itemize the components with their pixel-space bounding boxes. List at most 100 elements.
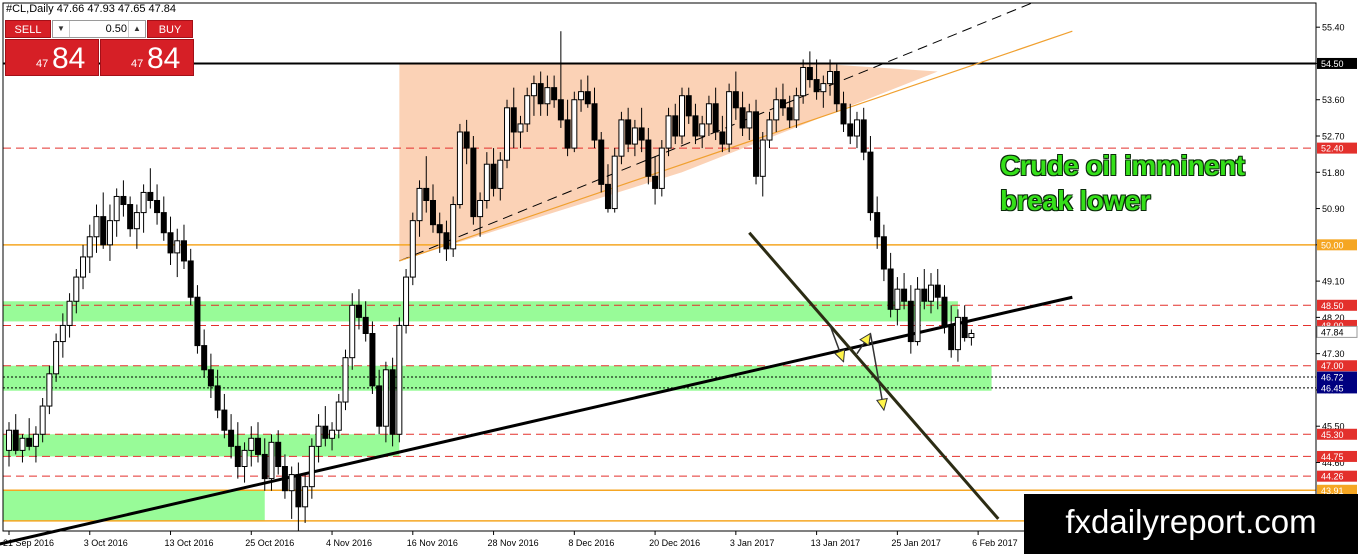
candle-body [638, 127, 645, 141]
candle-body [140, 191, 147, 214]
candle [80, 244, 87, 290]
candle-body [174, 240, 181, 254]
arrow-head [876, 397, 888, 412]
candle [180, 224, 187, 270]
symbol-info: #CL,Daily 47.66 47.93 47.65 47.84 [6, 3, 177, 15]
sell-price-big: 84 [52, 42, 86, 75]
y-tick-label: 53.60 [1322, 95, 1345, 105]
candle [100, 192, 107, 249]
candle-body [961, 316, 968, 339]
candle [679, 87, 685, 145]
candle-body [228, 429, 235, 447]
candle-body [53, 341, 60, 375]
sell-button[interactable]: SELL [5, 20, 51, 38]
candle [759, 131, 766, 197]
candle-body [362, 316, 369, 335]
sell-price-button[interactable]: 47 84 [5, 39, 99, 76]
candle [914, 277, 921, 346]
candle-body [901, 288, 908, 302]
candle [127, 196, 134, 237]
candle-body [295, 474, 302, 508]
one-click-trading-panel: SELL ▼ ▲ BUY 47 84 47 84 [5, 20, 194, 76]
candle [968, 329, 975, 346]
candle-body [133, 212, 140, 230]
candle-body [389, 369, 396, 435]
candle [174, 228, 181, 278]
lot-size-input[interactable] [71, 21, 129, 37]
increase-lot-icon[interactable]: ▲ [128, 21, 145, 37]
candle-body [349, 304, 356, 359]
annotation-line-2: break lower [1000, 185, 1151, 216]
level-label: 54.50 [1317, 57, 1357, 69]
candle-body [968, 333, 975, 339]
candle [658, 140, 665, 197]
candle-body [800, 66, 807, 97]
level-label-text: 46.45 [1321, 383, 1344, 393]
candle-body [376, 385, 383, 427]
arrow-head [859, 332, 872, 347]
candle [726, 83, 733, 153]
candle [355, 289, 362, 330]
candle-body [894, 288, 901, 310]
candle [221, 393, 228, 439]
y-tick-label: 52.70 [1322, 132, 1345, 142]
candle [504, 99, 511, 169]
candle-body [692, 115, 699, 137]
x-tick-label: 4 Nov 2016 [326, 538, 372, 548]
candle-body [436, 224, 443, 234]
candle-body [833, 71, 840, 105]
level-label-text: 47.84 [1321, 327, 1344, 337]
y-tick-label: 49.10 [1322, 277, 1345, 287]
candle [106, 204, 113, 261]
level-label-text: 44.75 [1321, 452, 1344, 462]
candle [12, 414, 19, 455]
candle-body [369, 333, 376, 387]
buy-price-button[interactable]: 47 84 [100, 39, 194, 76]
forecast-arrow [829, 325, 846, 363]
price-chart[interactable]: 55.40 54.50 53.60 52.70 51.80 50.90 50.00 49.10… [0, 0, 1358, 554]
candle-body [705, 103, 712, 125]
support-zone [3, 434, 400, 457]
candle-body [100, 216, 107, 246]
candle [369, 321, 376, 394]
candle [867, 136, 874, 221]
candle [907, 285, 914, 354]
candle [66, 293, 73, 338]
candle [470, 136, 477, 225]
candle-body [665, 115, 672, 149]
candle [954, 309, 961, 362]
level-label: 50.00 [1317, 239, 1357, 251]
candle [880, 224, 887, 282]
candle [19, 434, 26, 463]
level-label: 52.40 [1317, 142, 1357, 154]
candle-body [793, 95, 800, 121]
candle-body [679, 95, 685, 137]
candle [961, 305, 968, 342]
candle-body [470, 147, 477, 218]
candle-body [308, 445, 315, 488]
candle [598, 131, 605, 193]
candle-body [544, 87, 551, 105]
candle-body [113, 195, 120, 222]
buy-button[interactable]: BUY [147, 20, 193, 38]
level-label-text: 52.40 [1321, 144, 1344, 154]
candle-body [261, 453, 268, 480]
level-label: 46.72 [1317, 371, 1357, 383]
candle-body [275, 441, 282, 468]
candle [113, 188, 120, 237]
level-label-text: 50.00 [1321, 240, 1344, 250]
level-label: 47.84 [1316, 325, 1358, 338]
candle-body [853, 119, 860, 137]
candle [753, 99, 760, 185]
candle-body [806, 66, 813, 81]
sell-price-small: 47 [36, 58, 49, 70]
x-tick-label: 13 Oct 2016 [165, 538, 214, 548]
candle-body [241, 449, 248, 468]
level-label-text: 44.26 [1321, 472, 1344, 482]
candle-body [302, 486, 309, 508]
decrease-lot-icon[interactable]: ▼ [53, 21, 70, 37]
candle-body [524, 95, 531, 125]
candle-body [456, 131, 463, 206]
candle-body [66, 300, 73, 326]
support-zone [3, 490, 265, 521]
